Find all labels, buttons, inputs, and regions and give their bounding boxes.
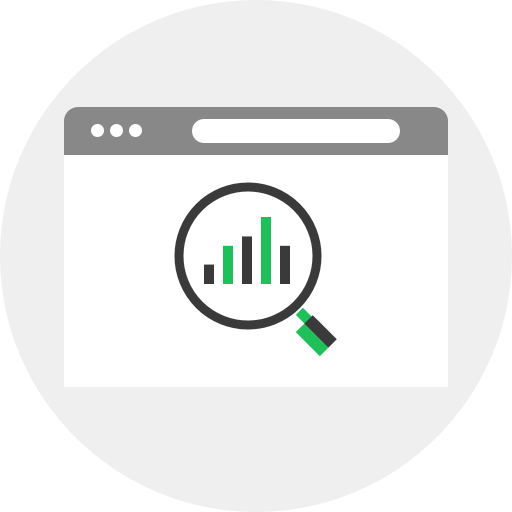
- chart-bar-3: [242, 236, 252, 284]
- magnifier-chart-icon: [174, 182, 337, 357]
- chart-bar-4: [261, 217, 271, 284]
- chart-bar-1: [204, 264, 214, 284]
- magnifier-handle: [295, 307, 337, 357]
- icon-stage: [0, 0, 512, 512]
- chart-bar-5: [280, 245, 290, 284]
- chart-bar-2: [223, 245, 233, 284]
